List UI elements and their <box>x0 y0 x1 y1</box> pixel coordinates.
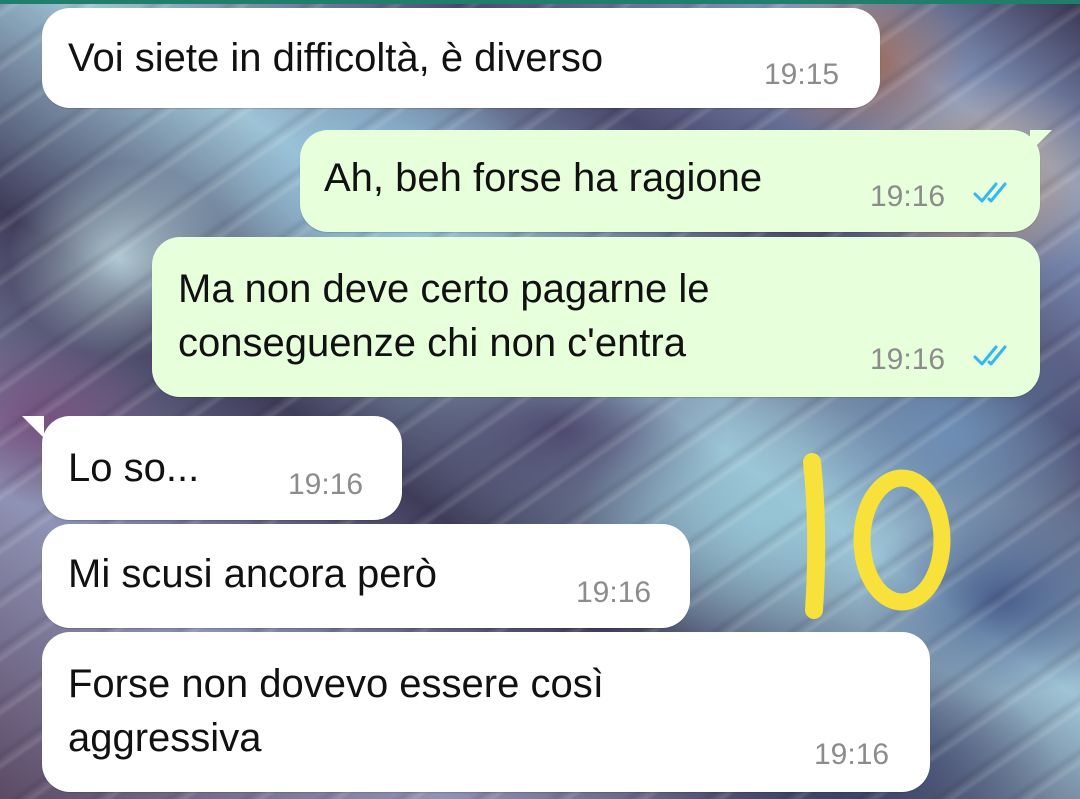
message-text: Mi scusi ancora però <box>68 552 438 596</box>
message-bubble-incoming[interactable]: Lo so... 19:16 <box>42 416 402 520</box>
message-bubble-incoming[interactable]: Mi scusi ancora però 19:16 <box>42 524 690 628</box>
top-bar-edge <box>0 0 1080 4</box>
message-bubble-outgoing[interactable]: Ah, beh forse ha ragione 19:16 <box>300 130 1040 232</box>
double-check-icon <box>973 345 1007 366</box>
message-bubble-incoming[interactable]: Voi siete in difficoltà, è diverso 19:15 <box>42 8 880 108</box>
bubble-tail <box>22 416 44 438</box>
message-bubble-incoming[interactable]: Forse non dovevo essere così aggressiva … <box>42 632 930 792</box>
message-text-line: Ma non deve certo pagarne le <box>178 267 710 311</box>
message-timestamp: 19:16 <box>870 343 946 376</box>
message-timestamp: 19:15 <box>764 58 840 91</box>
message-text-line: aggressiva <box>68 716 262 760</box>
double-check-icon <box>973 182 1007 203</box>
handwritten-annotation <box>803 453 951 619</box>
message-bubble-outgoing[interactable]: Ma non deve certo pagarne le conseguenze… <box>152 237 1040 397</box>
message-text: Lo so... <box>68 446 200 490</box>
message-timestamp: 19:16 <box>814 738 890 771</box>
message-text: Ah, beh forse ha ragione <box>324 156 763 200</box>
message-timestamp: 19:16 <box>576 576 652 609</box>
message-text-line: conseguenze chi non c'entra <box>178 321 686 365</box>
message-timestamp: 19:16 <box>288 468 364 501</box>
message-timestamp: 19:16 <box>870 180 946 213</box>
message-text-line: Forse non dovevo essere così <box>68 662 604 706</box>
message-text: Voi siete in difficoltà, è diverso <box>68 36 604 80</box>
